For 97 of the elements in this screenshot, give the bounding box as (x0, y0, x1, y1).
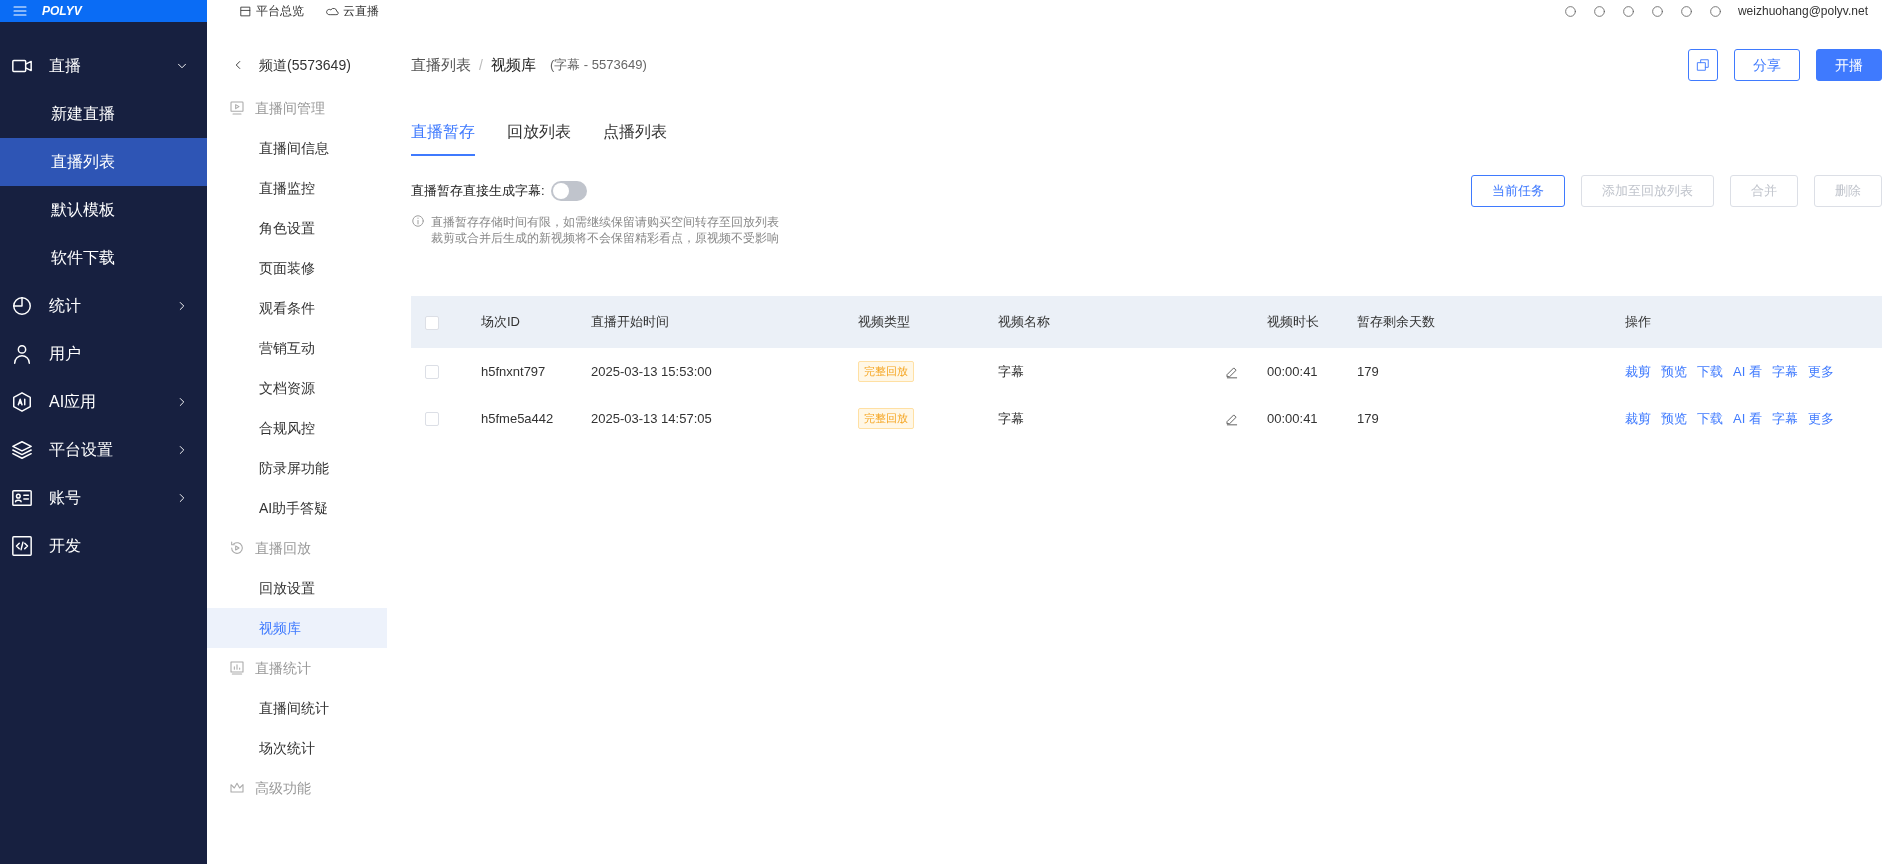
sidebar-subitem[interactable]: 直播列表 (0, 138, 207, 186)
table-cell: 字幕 (998, 363, 1024, 379)
sidebar-subitem[interactable]: 新建直播 (0, 90, 207, 138)
share-button[interactable]: 分享 (1734, 49, 1800, 81)
user-icon (11, 343, 33, 365)
table-cell: 179 (1357, 410, 1379, 426)
action-link[interactable]: AI 看 (1733, 361, 1762, 382)
subnav-group-title: 高级功能 (255, 778, 311, 798)
tab[interactable]: 直播暂存 (411, 110, 475, 156)
subnav-item[interactable]: 营销互动 (207, 328, 387, 368)
action-link[interactable]: AI 看 (1733, 408, 1762, 429)
action-link[interactable]: 裁剪 (1625, 408, 1651, 429)
subnav-item[interactable]: 页面装修 (207, 248, 387, 288)
action-link[interactable]: 字幕 (1771, 408, 1798, 429)
subnav-item[interactable]: 文档资源 (207, 368, 387, 408)
subnav-item[interactable]: 视频库 (207, 608, 387, 648)
column-header: 暂存剩余天数 (1357, 314, 1435, 330)
code-icon (11, 535, 33, 557)
subnav-item[interactable]: 直播间信息 (207, 128, 387, 168)
action-button[interactable]: 当前任务 (1471, 175, 1565, 207)
table-cell: 2025-03-13 14:57:05 (591, 410, 712, 426)
replay-icon (229, 540, 245, 556)
tab[interactable]: 点播列表 (603, 110, 667, 156)
sidebar-item[interactable]: 直播 (0, 42, 207, 90)
breadcrumb-separator: / (479, 55, 483, 75)
subnav-group-title: 直播间管理 (255, 98, 325, 118)
breadcrumb-item[interactable]: 直播列表 (411, 53, 471, 77)
action-link[interactable]: 更多 (1807, 408, 1834, 429)
column-header: 场次ID (481, 314, 520, 330)
table-cell: 字幕 (998, 410, 1024, 426)
sidebar-item[interactable]: AI应用 (0, 378, 207, 426)
table-cell: h5fme5a442 (481, 410, 554, 426)
menu-icon (12, 3, 28, 19)
action-link[interactable]: 更多 (1807, 361, 1834, 382)
action-link[interactable]: 字幕 (1771, 361, 1798, 382)
sidebar-subitem[interactable]: 软件下载 (0, 234, 207, 282)
subnav-group-title: 直播统计 (255, 658, 311, 678)
subnav-group-title: 直播回放 (255, 538, 311, 558)
subnav-item[interactable]: AI助手答疑 (207, 488, 387, 528)
user-email[interactable]: weizhuohang@polyv.net (1737, 2, 1868, 20)
column-header: 视频名称 (998, 314, 1050, 330)
bar-chart-icon (229, 660, 245, 676)
sidebar-item[interactable]: 用户 (0, 330, 207, 378)
top-nav-link[interactable]: 云直播 (326, 2, 379, 20)
copy-icon (1696, 58, 1710, 72)
status-tag: 完整回放 (858, 361, 914, 382)
logo-text: POLYV (42, 3, 82, 20)
layers-icon (11, 439, 33, 461)
checkbox[interactable] (425, 365, 439, 380)
subnav-item[interactable]: 角色设置 (207, 208, 387, 248)
action-link[interactable]: 预览 (1661, 361, 1687, 382)
subnav-item[interactable]: 直播监控 (207, 168, 387, 208)
copy-button[interactable] (1688, 49, 1718, 81)
action-link[interactable]: 下载 (1697, 408, 1723, 429)
breadcrumb-item: 视频库 (490, 54, 536, 75)
start-live-button[interactable]: 开播 (1816, 49, 1882, 81)
id-card-icon (11, 487, 33, 509)
subnav-item[interactable]: 直播间统计 (207, 688, 387, 728)
tab[interactable]: 回放列表 (507, 110, 571, 156)
table-cell: 00:00:41 (1267, 410, 1318, 426)
crown-icon (229, 780, 245, 796)
top-nav-link[interactable]: 平台总览 (239, 2, 304, 20)
action-link[interactable]: 下载 (1697, 361, 1723, 382)
subnav-item[interactable]: 观看条件 (207, 288, 387, 328)
sidebar-item[interactable]: 统计 (0, 282, 207, 330)
sidebar-subitem[interactable]: 默认模板 (0, 186, 207, 234)
subnav-item[interactable]: 回放设置 (207, 568, 387, 608)
table-cell: 00:00:41 (1267, 363, 1318, 379)
action-link[interactable]: 预览 (1661, 408, 1687, 429)
pencil-icon (1225, 365, 1239, 380)
checkbox[interactable] (425, 315, 439, 330)
notice-text: 裁剪或合并后生成的新视频将不会保留精彩看点，原视频不受影响 (431, 230, 779, 246)
play-screen-icon (229, 100, 245, 116)
notice-text: 直播暂存存储时间有限，如需继续保留请购买空间转存至回放列表 (431, 214, 779, 230)
status-tag: 完整回放 (858, 408, 914, 429)
pencil-icon (1225, 412, 1239, 427)
column-header: 视频类型 (858, 314, 910, 330)
ai-hexagon-icon (11, 391, 33, 413)
checkbox[interactable] (425, 412, 439, 427)
table-cell: h5fnxnt797 (481, 363, 546, 379)
sidebar-item[interactable]: 开发 (0, 522, 207, 570)
toggle-switch[interactable] (550, 181, 587, 201)
toggle-label: 直播暂存直接生成字幕: (411, 182, 545, 201)
column-header: 直播开始时间 (591, 314, 669, 330)
column-header: 视频时长 (1267, 314, 1319, 330)
subnav-item[interactable]: 防录屏功能 (207, 448, 387, 488)
subnav-item[interactable]: 合规风控 (207, 408, 387, 448)
action-link[interactable]: 裁剪 (1625, 361, 1651, 382)
sidebar-item[interactable]: 平台设置 (0, 426, 207, 474)
table-cell: 2025-03-13 15:53:00 (591, 363, 712, 379)
subnav-item[interactable]: 场次统计 (207, 728, 387, 768)
pie-chart-icon (11, 295, 33, 317)
sidebar-item[interactable]: 账号 (0, 474, 207, 522)
column-header: 操作 (1625, 314, 1651, 330)
back-link[interactable]: 频道(5573649) (207, 42, 387, 88)
breadcrumb-note: (字幕 - 5573649) (549, 56, 647, 75)
table-cell: 179 (1357, 363, 1379, 379)
